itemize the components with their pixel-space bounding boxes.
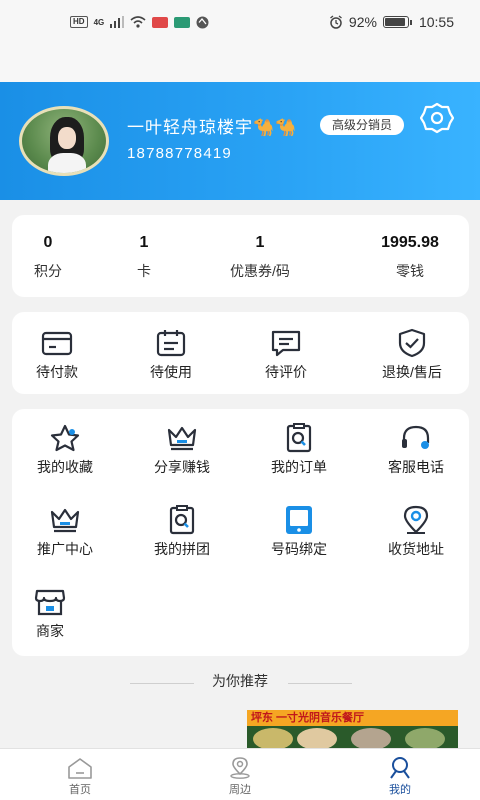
calendar-icon	[156, 330, 186, 357]
order-label: 待使用	[150, 364, 192, 380]
phone-number: 18788778419	[127, 145, 232, 162]
stat-label: 优惠券/码	[230, 263, 290, 279]
service-my-orders[interactable]: 我的订单	[244, 423, 354, 477]
status-bar: HD 4G 92% 10:55	[0, 0, 480, 44]
stat-cards[interactable]: 1 卡	[94, 215, 194, 297]
service-share-earn[interactable]: 分享赚钱	[127, 423, 237, 477]
alarm-icon	[330, 15, 342, 29]
food-image	[405, 728, 445, 750]
services-card: 我的收藏 分享赚钱 我的订单 客服电话 推广中心 我的拼团 号码绑定 收货地址 …	[12, 409, 469, 656]
order-pending-payment[interactable]: 待付款	[2, 328, 112, 382]
service-promotion-center[interactable]: 推广中心	[10, 505, 120, 559]
service-label: 推广中心	[37, 541, 93, 557]
divider-right	[288, 683, 352, 684]
service-shipping-address[interactable]: 收货地址	[361, 505, 471, 559]
nav-nearby[interactable]: 周边	[195, 749, 285, 800]
stat-balance[interactable]: 1995.98 零钱	[360, 215, 460, 297]
app-notification-icon	[196, 16, 209, 28]
service-merchant[interactable]: 商家	[0, 587, 105, 641]
battery-icon	[382, 16, 412, 28]
battery-percent: 92%	[348, 14, 377, 30]
stat-value: 1995.98	[381, 234, 439, 251]
avatar[interactable]	[19, 106, 109, 176]
order-search-icon	[286, 423, 312, 453]
bottom-nav: 首页 周边 我的	[0, 748, 480, 800]
service-favorites[interactable]: 我的收藏	[10, 423, 120, 477]
profile-icon	[390, 757, 410, 779]
nav-label: 周边	[229, 784, 251, 796]
stat-value: 0	[43, 234, 53, 251]
settings-gear-icon[interactable]	[420, 101, 454, 135]
service-number-binding[interactable]: 号码绑定	[244, 505, 354, 559]
status-left: HD 4G	[70, 16, 209, 29]
username: 一叶轻舟琼楼宇🐪🐪	[127, 118, 298, 137]
profile-header: 一叶轻舟琼楼宇🐪🐪 高级分销员 18788778419	[0, 82, 480, 200]
home-icon	[68, 758, 92, 779]
wifi-icon	[130, 16, 146, 28]
order-to-review[interactable]: 待评价	[231, 328, 341, 382]
order-after-sales[interactable]: 退换/售后	[357, 328, 467, 382]
top-spacer	[0, 44, 480, 82]
signal-icon	[110, 16, 125, 28]
stat-label: 零钱	[396, 263, 424, 279]
store-icon	[34, 589, 66, 616]
star-icon	[50, 424, 80, 452]
order-label: 待付款	[36, 364, 78, 380]
app-notification-icon	[174, 16, 191, 28]
food-image	[351, 728, 391, 750]
banner-sign: 坪东 一寸光阴音乐餐厅	[247, 710, 458, 726]
phone-bind-icon	[286, 506, 312, 534]
headset-icon	[402, 425, 430, 449]
service-label: 我的拼团	[154, 541, 210, 557]
stat-coupons[interactable]: 1 优惠券/码	[210, 215, 310, 297]
comment-icon	[271, 330, 301, 357]
stat-value: 1	[139, 234, 149, 251]
recommend-title: 为你推荐	[212, 673, 268, 689]
nav-mine[interactable]: 我的	[355, 749, 445, 800]
service-label: 收货地址	[388, 541, 444, 557]
service-my-group-buy[interactable]: 我的拼团	[127, 505, 237, 559]
stats-card: 0 积分 1 卡 1 优惠券/码 1995.98 零钱	[12, 215, 469, 297]
service-label: 客服电话	[388, 459, 444, 475]
nav-label: 我的	[389, 784, 411, 796]
orders-card: 待付款 待使用 待评价 退换/售后	[12, 312, 469, 394]
wallet-icon	[41, 331, 73, 356]
order-to-use[interactable]: 待使用	[116, 328, 226, 382]
order-label: 退换/售后	[382, 364, 442, 380]
stat-value: 1	[255, 234, 265, 251]
status-right: 92% 10:55	[329, 14, 454, 30]
food-image	[297, 728, 337, 750]
nav-label: 首页	[69, 784, 91, 796]
nav-home[interactable]: 首页	[35, 749, 125, 800]
network-type: 4G	[93, 17, 105, 27]
hd-indicator: HD	[70, 16, 88, 28]
stat-points[interactable]: 0 积分	[0, 215, 98, 297]
clock: 10:55	[418, 14, 454, 30]
level-badge: 高级分销员	[320, 115, 405, 135]
location-icon	[403, 505, 429, 534]
recommend-banner[interactable]: 坪东 一寸光阴音乐餐厅	[247, 710, 458, 750]
service-label: 商家	[36, 623, 64, 639]
service-label: 分享赚钱	[154, 459, 210, 475]
stat-label: 积分	[34, 263, 62, 279]
app-notification-icon	[152, 16, 169, 28]
order-label: 待评价	[265, 364, 307, 380]
avatar-face	[58, 127, 76, 149]
service-label: 号码绑定	[271, 541, 327, 557]
stat-label: 卡	[137, 263, 151, 279]
shield-icon	[398, 328, 426, 358]
avatar-body	[48, 153, 86, 173]
service-label: 我的订单	[271, 459, 327, 475]
crown-icon	[167, 426, 197, 451]
crown-outline-icon	[50, 508, 80, 533]
service-label: 我的收藏	[37, 459, 93, 475]
service-customer-phone[interactable]: 客服电话	[361, 423, 471, 477]
food-image	[253, 728, 293, 750]
nearby-icon	[230, 757, 250, 779]
battery-level	[384, 18, 406, 26]
group-search-icon	[169, 505, 195, 535]
